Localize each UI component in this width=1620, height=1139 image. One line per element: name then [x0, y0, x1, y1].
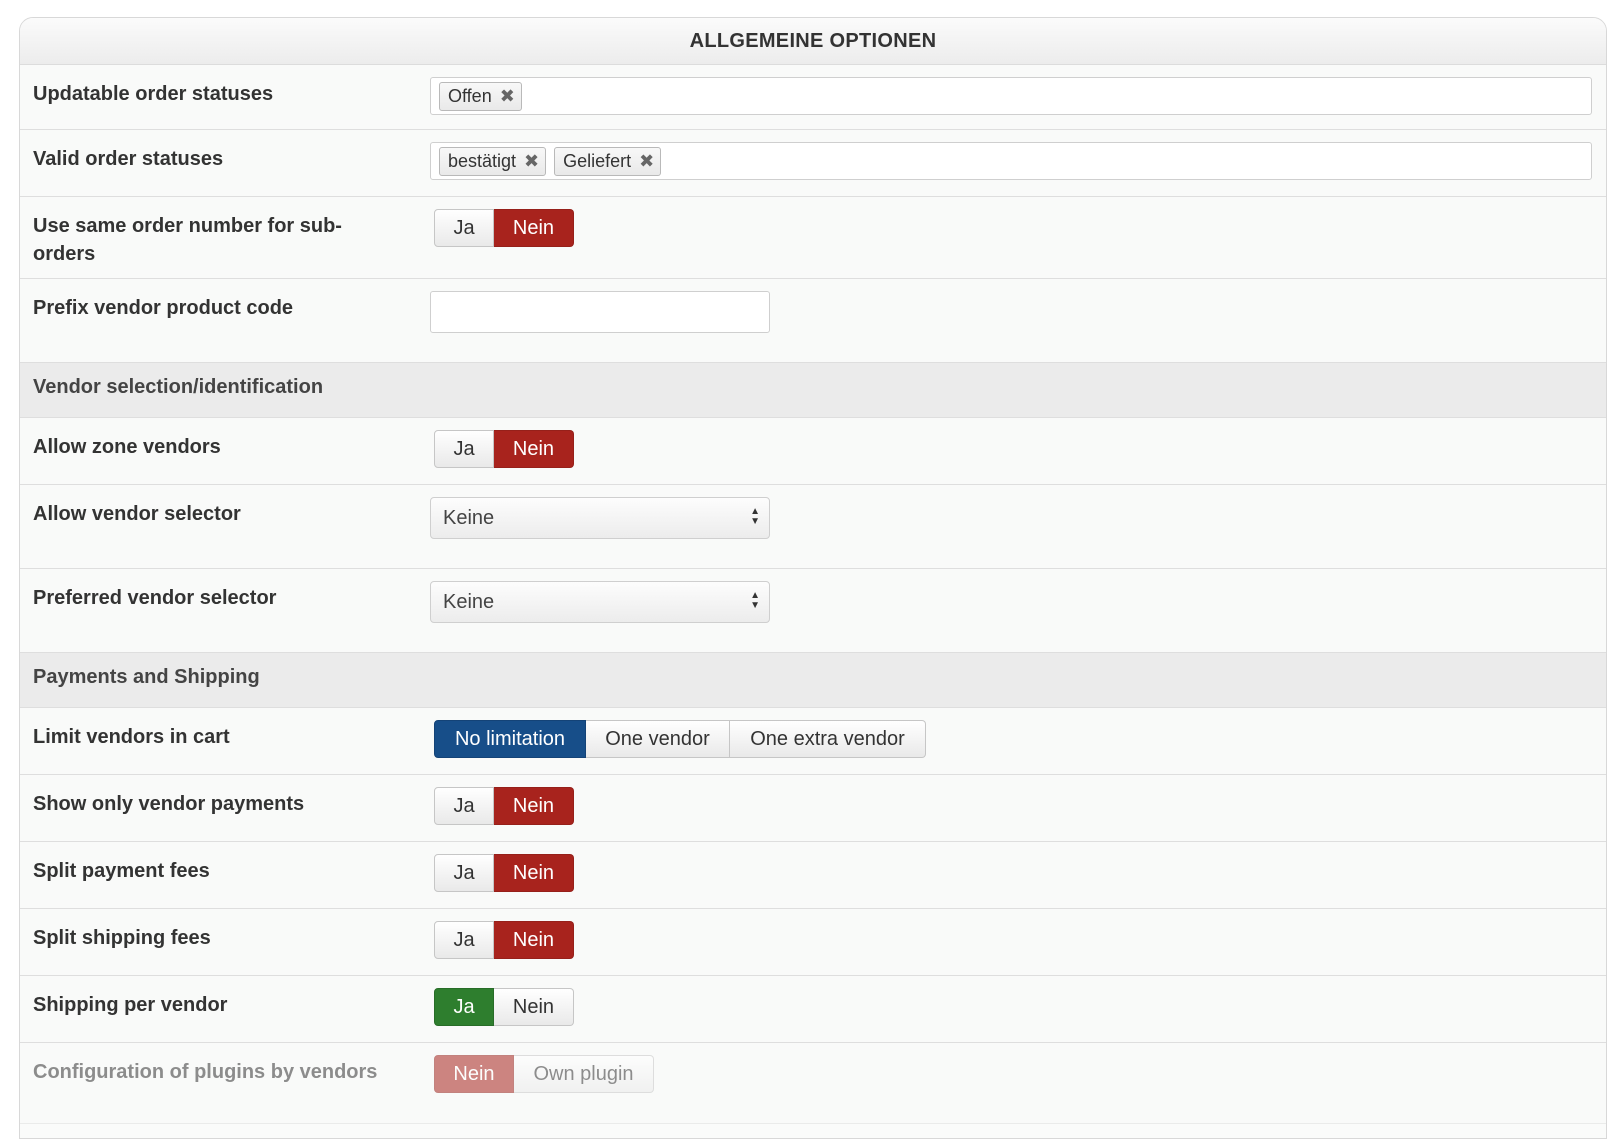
split-payment-fees-ja-button[interactable]: Ja [434, 854, 494, 892]
general-options-panel: ALLGEMEINE OPTIONEN Updatable order stat… [19, 17, 1607, 1139]
chip-remove-icon[interactable]: ✖ [639, 151, 654, 172]
updatable-order-statuses-input[interactable]: Offen ✖ [430, 77, 1592, 115]
row-show-only-vendor-payments: Show only vendor payments Ja Nein [20, 775, 1606, 842]
chip-label: Geliefert [563, 150, 632, 171]
row-split-shipping-fees: Split shipping fees Ja Nein [20, 909, 1606, 976]
split-shipping-fees-ja-button[interactable]: Ja [434, 921, 494, 959]
chip-geliefert: Geliefert ✖ [554, 146, 662, 176]
configuration-of-plugins-label: Configuration of plugins by vendors [33, 1061, 378, 1083]
config-plugins-nein-button[interactable]: Nein [434, 1055, 514, 1093]
section-title: Payments and Shipping [33, 666, 260, 688]
own-plugin-button[interactable]: Own plugin [514, 1055, 654, 1093]
chip-remove-icon[interactable]: ✖ [524, 151, 539, 172]
same-order-number-nein-button[interactable]: Nein [494, 209, 574, 247]
one-vendor-button[interactable]: One vendor [586, 720, 730, 758]
preferred-vendor-selector-label: Preferred vendor selector [33, 587, 277, 609]
limit-vendors-in-cart-label: Limit vendors in cart [33, 726, 230, 748]
row-shipping-per-vendor: Shipping per vendor Ja Nein [20, 976, 1606, 1043]
select-value: Keine [443, 507, 495, 529]
valid-order-statuses-label: Valid order statuses [33, 148, 224, 170]
split-shipping-fees-label: Split shipping fees [33, 927, 211, 949]
valid-order-statuses-input[interactable]: bestätigt ✖ Geliefert ✖ [430, 142, 1592, 180]
allow-zone-vendors-label: Allow zone vendors [33, 436, 221, 458]
row-split-payment-fees: Split payment fees Ja Nein [20, 842, 1606, 909]
allow-zone-vendors-nein-button[interactable]: Nein [494, 430, 574, 468]
preferred-vendor-selector-select[interactable]: Keine ▲ ▼ [430, 581, 770, 623]
allow-zone-vendors-ja-button[interactable]: Ja [434, 430, 494, 468]
show-only-vendor-payments-label: Show only vendor payments [33, 793, 305, 815]
chip-remove-icon[interactable]: ✖ [500, 86, 515, 107]
section-title: Vendor selection/identification [33, 376, 324, 398]
section-vendor-selection: Vendor selection/identification [20, 363, 1606, 418]
row-allow-vendor-selector: Allow vendor selector Keine ▲ ▼ [20, 485, 1606, 569]
show-vendor-payments-nein-button[interactable]: Nein [494, 787, 574, 825]
updatable-order-statuses-label: Updatable order statuses [33, 83, 274, 105]
row-limit-vendors-in-cart: Limit vendors in cart No limitation One … [20, 708, 1606, 775]
section-payments-shipping: Payments and Shipping [20, 653, 1606, 708]
split-payment-fees-nein-button[interactable]: Nein [494, 854, 574, 892]
no-limitation-button[interactable]: No limitation [434, 720, 586, 758]
row-prefix-vendor-product-code: Prefix vendor product code [20, 279, 1606, 363]
row-preferred-vendor-selector: Preferred vendor selector Keine ▲ ▼ [20, 569, 1606, 653]
allow-vendor-selector-label: Allow vendor selector [33, 503, 241, 525]
prefix-vendor-product-code-label: Prefix vendor product code [33, 297, 294, 319]
select-value: Keine [443, 591, 495, 613]
allow-vendor-selector-select[interactable]: Keine ▲ ▼ [430, 497, 770, 539]
same-order-number-label: Use same order number for sub-orders [33, 215, 342, 265]
select-arrows-icon: ▲ ▼ [750, 506, 760, 527]
same-order-number-ja-button[interactable]: Ja [434, 209, 494, 247]
panel-title: ALLGEMEINE OPTIONEN [20, 18, 1606, 65]
split-shipping-fees-nein-button[interactable]: Nein [494, 921, 574, 959]
row-same-order-number: Use same order number for sub-orders Ja … [20, 197, 1606, 279]
show-vendor-payments-ja-button[interactable]: Ja [434, 787, 494, 825]
shipping-per-vendor-nein-button[interactable]: Nein [494, 988, 574, 1026]
select-arrows-icon: ▲ ▼ [750, 590, 760, 611]
row-valid-order-statuses: Valid order statuses bestätigt ✖ Geliefe… [20, 130, 1606, 197]
chip-label: Offen [448, 85, 492, 106]
row-updatable-order-statuses: Updatable order statuses Offen ✖ [20, 65, 1606, 130]
shipping-per-vendor-label: Shipping per vendor [33, 994, 228, 1016]
chip-offen: Offen ✖ [439, 81, 522, 111]
chip-bestaetigt: bestätigt ✖ [439, 146, 547, 176]
one-extra-vendor-button[interactable]: One extra vendor [730, 720, 926, 758]
chip-label: bestätigt [448, 150, 517, 171]
prefix-vendor-product-code-input[interactable] [430, 291, 770, 333]
split-payment-fees-label: Split payment fees [33, 860, 210, 882]
row-allow-zone-vendors: Allow zone vendors Ja Nein [20, 418, 1606, 485]
shipping-per-vendor-ja-button[interactable]: Ja [434, 988, 494, 1026]
row-configuration-of-plugins: Configuration of plugins by vendors Nein… [20, 1043, 1606, 1124]
